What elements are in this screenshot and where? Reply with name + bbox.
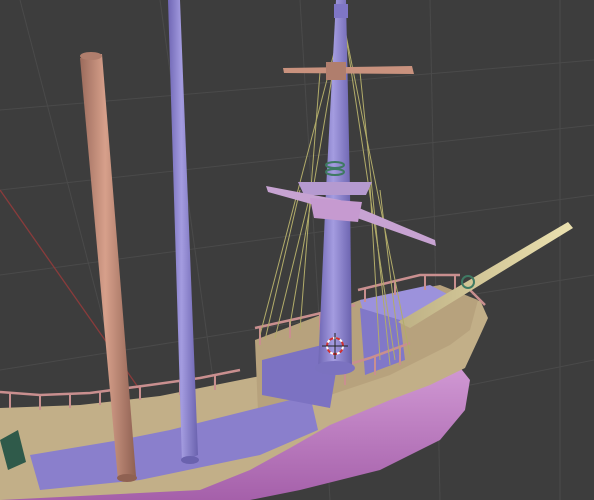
crows-nest[interactable] [298,182,372,195]
upper-yard[interactable] [283,66,414,74]
fore-mast-top [80,52,102,60]
upper-yard-collar [326,62,346,80]
3d-viewport[interactable] [0,0,594,500]
mast-base [315,361,355,375]
middle-mast[interactable] [168,0,198,462]
mast-top-cap [334,4,348,18]
lower-yard-block [310,198,362,222]
scene-canvas[interactable] [0,0,594,500]
fore-mast-base [117,474,137,482]
middle-mast-base [181,456,199,464]
